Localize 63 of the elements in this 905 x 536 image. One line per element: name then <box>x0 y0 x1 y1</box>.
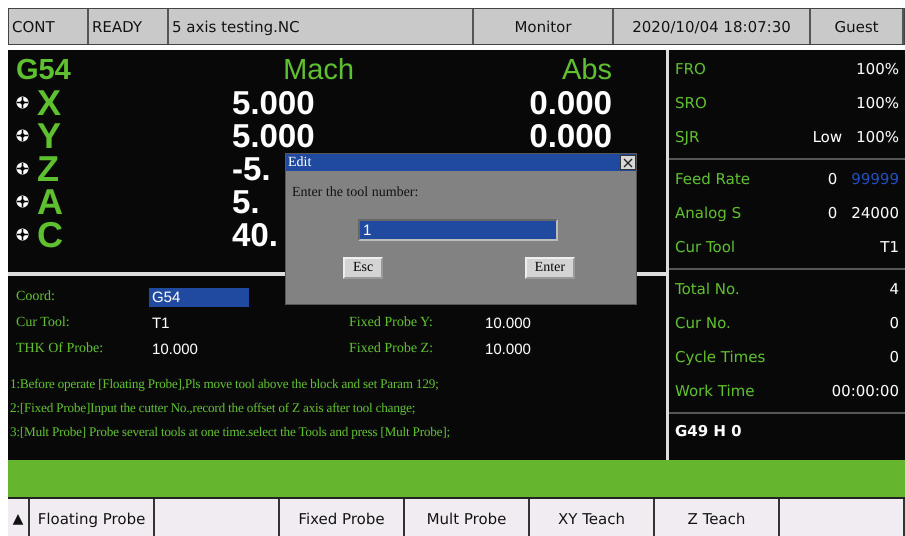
status-value: 100% <box>856 128 899 146</box>
param-label: Cur Tool: <box>16 315 71 331</box>
status-value: 0 <box>828 204 838 222</box>
status-label: Cycle Times <box>675 348 766 366</box>
status-label: Cur Tool <box>675 238 736 256</box>
status-text: Guest <box>834 18 879 36</box>
param-label: Coord: <box>16 289 56 305</box>
help-text: 2:[Fixed Probe]Input the cutter No.,record the offset of Z axis after tool change; <box>10 400 416 416</box>
status-value: 100% <box>856 60 899 78</box>
status-value: 0 <box>889 314 899 332</box>
param-value[interactable]: T1 <box>149 314 173 332</box>
dialog-button[interactable]: Enter <box>524 257 575 279</box>
close-button[interactable] <box>620 155 636 170</box>
param-value: 10.000 <box>484 340 532 358</box>
status-label: SRO <box>675 94 707 112</box>
status-text: Monitor <box>514 18 572 36</box>
status-value: 99999 <box>851 170 899 188</box>
axis-label: X <box>37 84 62 120</box>
crosshair-icon <box>16 228 29 241</box>
help-text: 1:Before operate [Floating Probe],Pls move tool above the block and set Param 129; <box>10 376 440 392</box>
status-text: READY <box>92 18 142 36</box>
status-value: 100% <box>856 94 899 112</box>
status-value: 24000 <box>851 204 899 222</box>
status-label: Total No. <box>675 280 740 298</box>
status-text: 2020/10/04 18:07:30 <box>632 18 791 36</box>
coord-label: G54 <box>16 54 72 86</box>
param-value[interactable]: 10.000 <box>149 340 201 358</box>
param-value[interactable]: G54 <box>149 288 249 306</box>
status-value: 00:00:00 <box>832 382 899 400</box>
dialog-title: Edit <box>288 154 312 170</box>
axis-label: Y <box>37 118 62 154</box>
status-label: Work Time <box>675 382 754 400</box>
param-value: 10.000 <box>484 314 532 332</box>
help-text: 3:[Mult Probe] Probe several tools at one time.select the Tools and press [Mult Probe]; <box>10 424 451 440</box>
axis-label: C <box>37 216 63 252</box>
status-value: Low <box>812 128 842 146</box>
status-label: Cur No. <box>675 314 731 332</box>
param-label: Fixed Probe Y: <box>349 315 434 331</box>
status-label: Analog S <box>675 204 742 222</box>
crosshair-icon <box>16 195 29 208</box>
axis-label: Z <box>37 150 59 186</box>
axis-label: A <box>37 184 63 220</box>
status-value: 4 <box>889 280 899 298</box>
modal-code: G49 H 0 <box>674 421 743 442</box>
status-label: FRO <box>675 60 706 78</box>
status-value: 0 <box>889 348 899 366</box>
param-label: THK Of Probe: <box>16 341 104 357</box>
dialog-button[interactable]: Esc <box>343 257 384 279</box>
mach-header: Mach <box>282 54 354 86</box>
abs-header: Abs <box>561 54 612 86</box>
crosshair-icon <box>16 162 29 175</box>
param-label: Fixed Probe Z: <box>349 341 434 357</box>
close-icon <box>623 158 633 168</box>
crosshair-icon <box>16 129 29 142</box>
status-value: 0 <box>828 170 838 188</box>
status-label: Feed Rate <box>675 170 750 188</box>
status-text: 5 axis testing.NC <box>172 18 300 36</box>
status-text: CONT <box>12 18 55 36</box>
dialog-prompt: Enter the tool number: <box>292 185 420 201</box>
tool-number-field[interactable]: 1 <box>358 219 558 241</box>
status-value: T1 <box>880 238 899 256</box>
status-label: SJR <box>675 128 700 146</box>
crosshair-icon <box>16 96 29 109</box>
